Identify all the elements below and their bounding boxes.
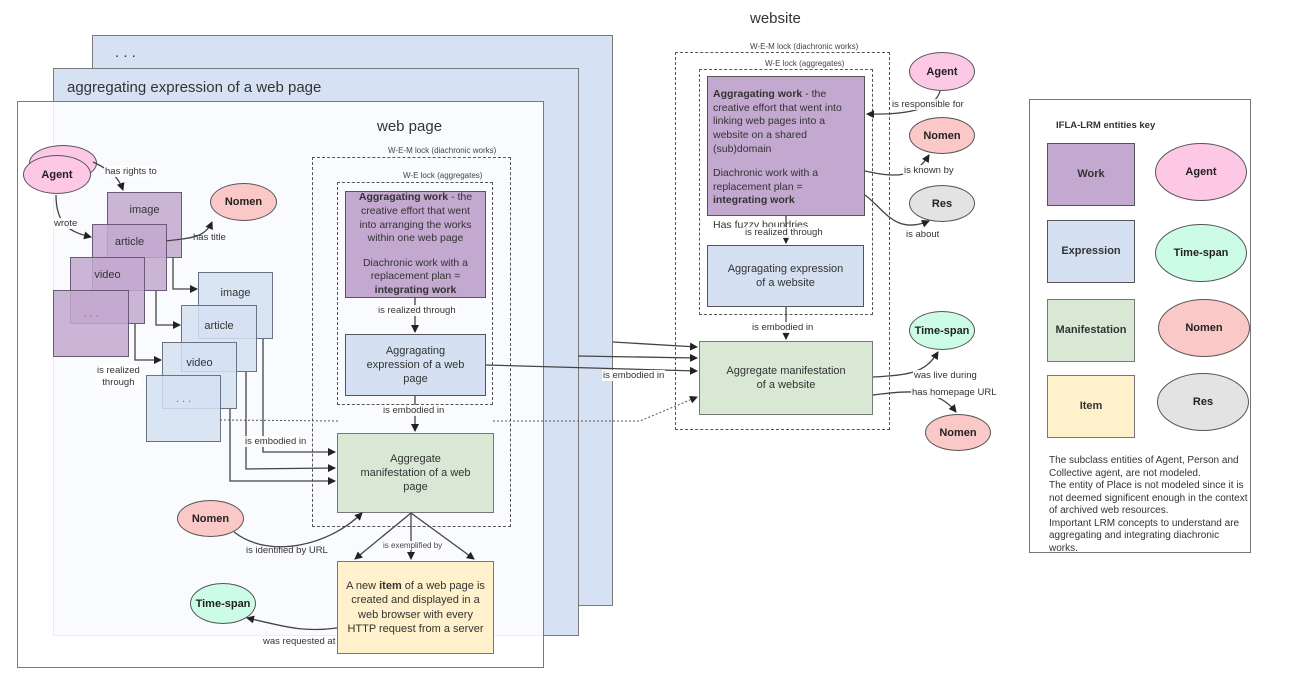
key-agent-label: Agent — [1185, 166, 1217, 178]
label-wrote: wrote — [53, 218, 79, 229]
label-is-about: is about — [906, 229, 940, 240]
webpage-work-description: Aggragating work - the creative effort t… — [352, 191, 479, 246]
website-title: website — [750, 10, 801, 27]
website-timespan[interactable]: Time-span — [909, 311, 975, 350]
website-aggregating-expression[interactable]: Aggragating expression of a website — [707, 245, 864, 307]
label-has-title: has title — [193, 232, 226, 243]
component-work-image-label: image — [129, 204, 160, 216]
key-item: Item — [1047, 375, 1135, 438]
panel-more-title: . . . — [115, 44, 136, 61]
label-exemplified: is exemplified by — [383, 541, 443, 550]
webpage-manifestation-label: Aggregate manifestation of a web page — [360, 452, 471, 494]
label-website-realized: is realized through — [744, 227, 824, 238]
label-components-realized: is realized through — [96, 365, 141, 390]
component-work-more[interactable]: . . . — [53, 290, 129, 357]
webpage-aggregating-expression[interactable]: Aggragating expression of a web page — [345, 334, 486, 396]
key-nomen-label: Nomen — [1185, 322, 1223, 334]
entities-key: IFLA-LRM entities key Work Expression Ma… — [1029, 99, 1251, 554]
key-res: Res — [1157, 373, 1249, 431]
website-timespan-label: Time-span — [914, 324, 970, 337]
website-res[interactable]: Res — [909, 185, 975, 222]
label-incoming-embodied: is embodied in — [602, 370, 666, 381]
webpage-nomen-url[interactable]: Nomen — [177, 500, 244, 537]
webpage-agent-label: Agent — [41, 168, 73, 181]
key-timespan-label: Time-span — [1173, 247, 1229, 259]
webpage-item[interactable]: A new item of a web page is created and … — [337, 561, 494, 654]
website-wem-lock-label: W-E-M lock (diachronic works) — [750, 42, 859, 51]
website-work-text2: Diachronic work with a replacement plan … — [713, 167, 819, 193]
label-webpage-realized: is realized through — [377, 305, 457, 316]
key-work-label: Work — [1077, 168, 1105, 181]
webpage-item-bold: item — [379, 579, 402, 592]
key-timespan: Time-span — [1155, 224, 1247, 282]
key-expression-label: Expression — [1061, 245, 1121, 258]
component-work-article-label: article — [114, 236, 145, 248]
webpage-timespan[interactable]: Time-span — [190, 583, 256, 624]
label-is-known-by: is known by — [903, 165, 955, 176]
webpage-nomen-url-label: Nomen — [191, 512, 230, 525]
key-note: The subclass entities of Agent, Person a… — [1049, 455, 1248, 554]
webpage-nomen-title-label: Nomen — [224, 196, 263, 208]
website-we-lock-label: W-E lock (aggregates) — [765, 59, 845, 68]
component-expression-article-label: article — [204, 320, 234, 332]
key-item-label: Item — [1079, 400, 1103, 413]
webpage-item-pre: A new — [346, 579, 380, 592]
component-expression-video-label: video — [186, 357, 213, 369]
panel-aggregating-expression-title: aggregating expression of a web page — [67, 79, 322, 96]
website-agent[interactable]: Agent — [909, 52, 975, 91]
website-nomen-url[interactable]: Nomen — [925, 414, 991, 451]
website-agent-label: Agent — [926, 65, 958, 78]
key-manifestation-label: Manifestation — [1055, 324, 1127, 337]
website-work-text2-bold: integrating work — [713, 194, 795, 207]
webpage-expression-label: Aggragating expression of a web page — [366, 344, 465, 386]
webpage-work-bold: Aggragating work — [358, 191, 449, 204]
website-nomen-url-label: Nomen — [939, 426, 977, 439]
website-res-label: Res — [931, 197, 953, 210]
webpage-work-diachronic: Diachronic work with a replacement plan … — [352, 257, 479, 298]
webpage-aggregating-work[interactable]: Aggragating work - the creative effort t… — [345, 191, 486, 298]
label-has-rights-to: has rights to — [104, 166, 158, 177]
webpage-wem-lock-label: W-E-M lock (diachronic works) — [388, 146, 497, 155]
website-work-description: Aggragating work - the creative effort t… — [713, 88, 859, 156]
label-has-homepage-url: has homepage URL — [911, 387, 998, 398]
webpage-agent[interactable]: Agent — [23, 155, 91, 194]
key-title: IFLA-LRM entities key — [1056, 120, 1156, 131]
label-is-responsible-for: is responsible for — [891, 99, 965, 110]
component-work-more-label: . . . — [83, 308, 99, 320]
webpage-item-text: A new item of a web page is created and … — [343, 579, 488, 636]
key-manifestation: Manifestation — [1047, 299, 1135, 362]
webpage-aggregate-manifestation[interactable]: Aggregate manifestation of a web page — [337, 433, 494, 513]
webpage-we-lock-label: W-E lock (aggregates) — [403, 171, 483, 180]
key-work: Work — [1047, 143, 1135, 206]
website-aggregate-manifestation[interactable]: Aggregate manifestation of a website — [699, 341, 873, 415]
component-expression-image-label: image — [220, 287, 251, 299]
component-expression-more[interactable]: . . . — [146, 375, 221, 442]
webpage-work-text2: Diachronic work with a replacement plan … — [362, 256, 469, 283]
label-was-live-during: was live during — [913, 370, 978, 381]
label-webpage-embodied: is embodied in — [382, 405, 446, 416]
web-page-title: web page — [377, 118, 443, 135]
key-expression: Expression — [1047, 220, 1135, 283]
component-expression-more-label: . . . — [175, 393, 192, 405]
webpage-timespan-label: Time-span — [195, 597, 251, 610]
label-website-embodied: is embodied in — [751, 322, 815, 333]
label-was-requested-at: was requested at — [263, 636, 336, 647]
key-nomen: Nomen — [1158, 299, 1250, 357]
label-identified-by-url: is identified by URL — [246, 545, 328, 556]
key-res-label: Res — [1192, 396, 1214, 408]
website-expression-label: Aggragating expression of a website — [727, 262, 844, 289]
component-work-video-label: video — [94, 269, 121, 281]
website-work-bold: Aggragating work — [713, 88, 803, 100]
website-nomen[interactable]: Nomen — [909, 117, 975, 154]
website-manifestation-label: Aggregate manifestation of a website — [726, 364, 846, 391]
webpage-nomen-title[interactable]: Nomen — [210, 183, 277, 221]
webpage-work-text2-bold: integrating work — [374, 284, 457, 297]
website-work-diachronic: Diachronic work with a replacement plan … — [713, 167, 859, 208]
website-nomen-label: Nomen — [923, 129, 961, 142]
label-components-embodied: is embodied in — [244, 436, 308, 447]
key-agent: Agent — [1155, 143, 1247, 201]
website-aggregating-work[interactable]: Aggragating work - the creative effort t… — [707, 76, 865, 231]
